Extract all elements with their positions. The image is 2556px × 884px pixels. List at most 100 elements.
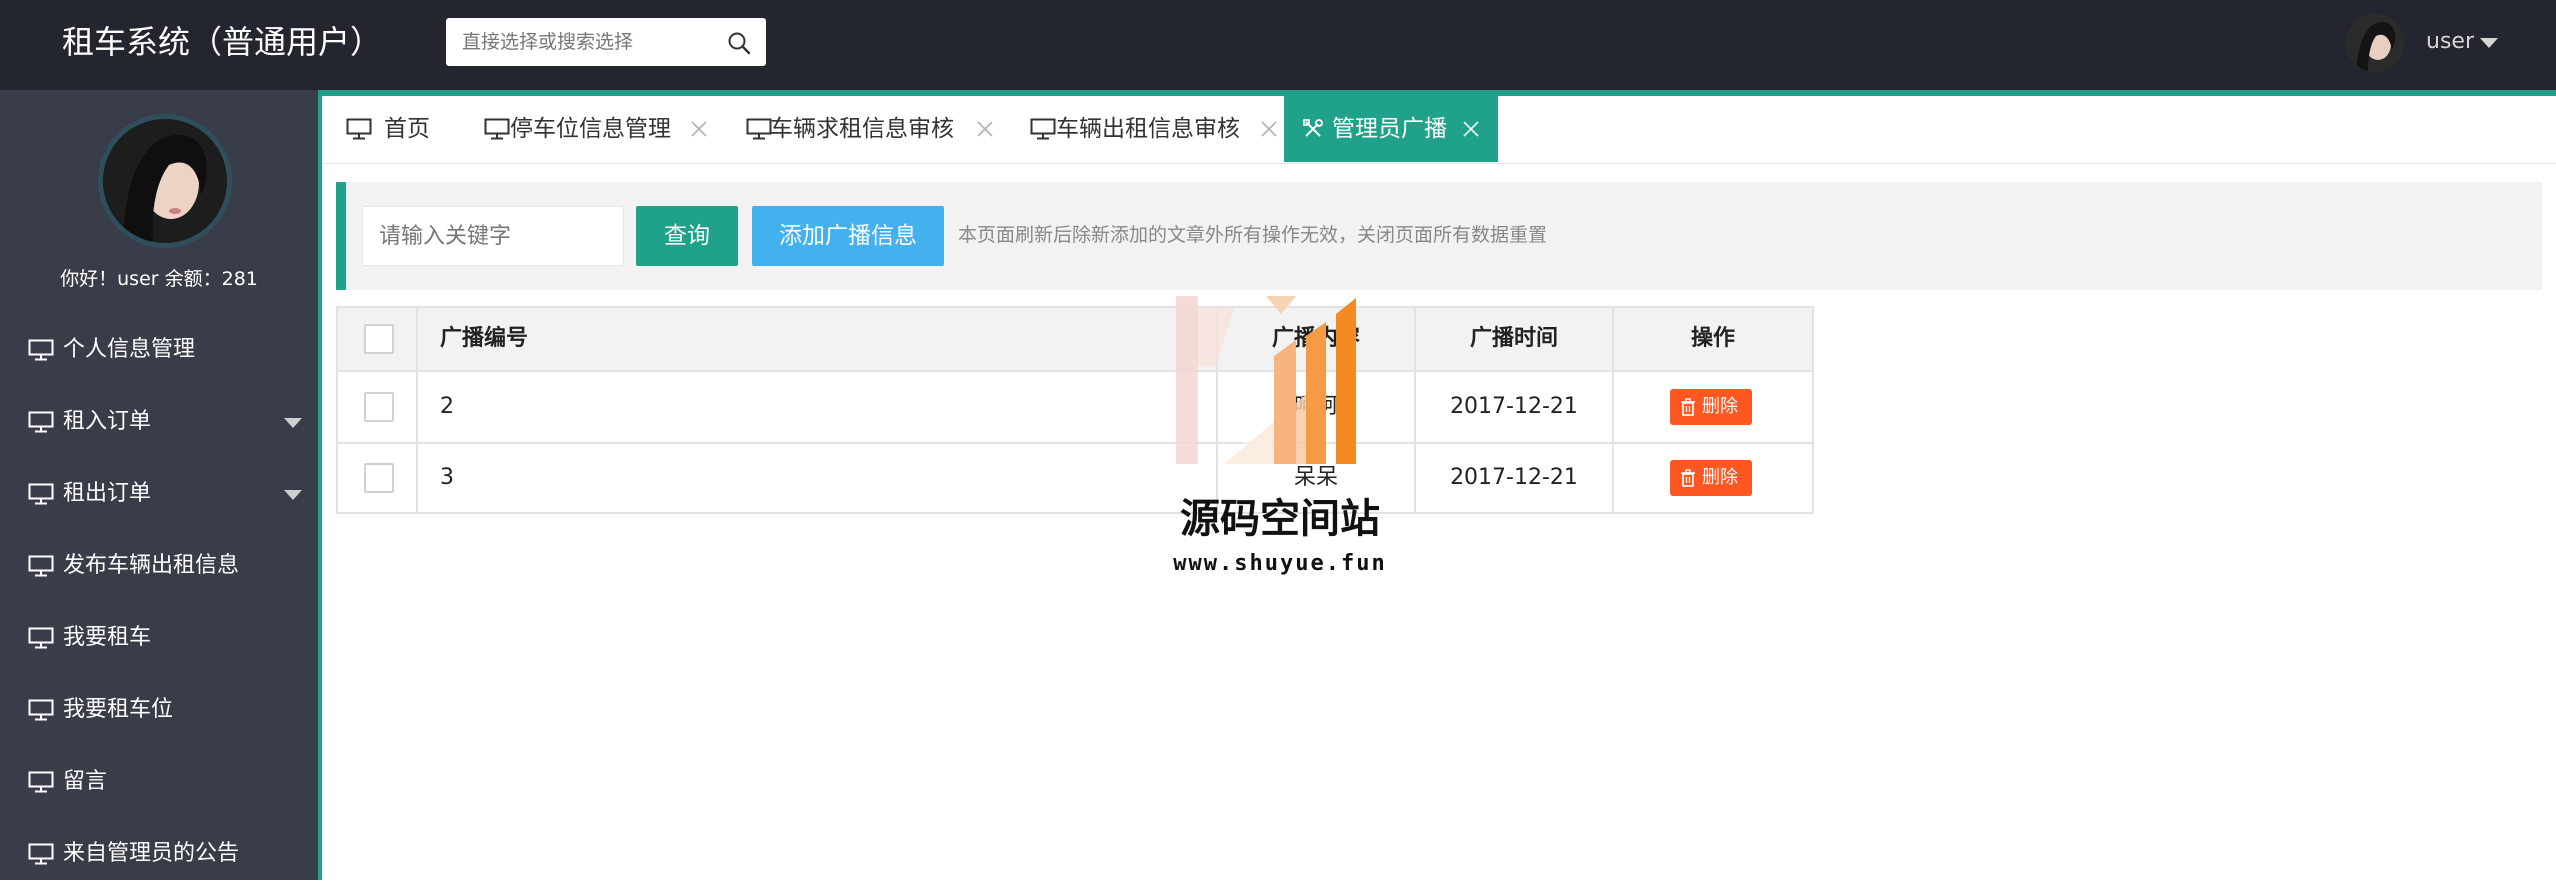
monitor-icon xyxy=(484,118,510,140)
cell-id: 2 xyxy=(418,372,1218,442)
header-label: 广播时间 xyxy=(1469,326,1558,351)
sidebar-item-label: 留言 xyxy=(63,769,108,794)
monitor-icon xyxy=(346,118,372,140)
tab-label: 停车位信息管理 xyxy=(510,116,671,142)
sidebar-item-label: 来自管理员的公告 xyxy=(63,841,240,866)
toolbar-hint: 本页面刷新后除新添加的文章外所有操作无效，关闭页面所有数据重置 xyxy=(958,224,1548,246)
monitor-icon xyxy=(28,699,54,721)
header-label: 广播编号 xyxy=(440,326,529,351)
tools-icon xyxy=(1303,119,1323,137)
app-title: 租车系统（普通用户） xyxy=(62,23,383,61)
delete-button[interactable]: 删除 xyxy=(1670,460,1752,496)
search-toolbar: 请输入关键字 查询 添加广播信息 本页面刷新后除新添加的文章外所有操作无效，关闭… xyxy=(336,182,2542,290)
cell-text: 呵呵 xyxy=(1293,394,1338,419)
tab-label: 车辆求租信息审核 xyxy=(770,116,954,142)
sidebar-item-label: 发布车辆出租信息 xyxy=(63,553,240,578)
delete-label: 删除 xyxy=(1702,467,1738,488)
monitor-icon xyxy=(28,555,54,577)
header-label: 广播内容 xyxy=(1271,326,1360,351)
close-icon[interactable] xyxy=(976,120,994,138)
row-checkbox[interactable] xyxy=(364,392,394,422)
cell-text: 2 xyxy=(440,394,454,419)
search-placeholder: 直接选择或搜索选择 xyxy=(462,31,634,53)
table-header-row: 广播编号 广播内容 广播时间 操作 xyxy=(338,308,1812,370)
sidebar-item-label: 租出订单 xyxy=(63,481,152,506)
user-avatar xyxy=(2346,14,2404,72)
broadcast-table: 广播编号 广播内容 广播时间 操作 2 呵呵 2017-12-21 删除 3 呆… xyxy=(336,306,1814,514)
sidebar-item-label: 我要租车 xyxy=(63,625,152,650)
header-action: 操作 xyxy=(1614,308,1812,370)
monitor-icon xyxy=(28,843,54,865)
header-label: 操作 xyxy=(1690,326,1735,351)
sidebar-item-label: 我要租车位 xyxy=(63,697,174,722)
search-icon xyxy=(728,32,751,55)
sidebar-item-profile[interactable]: 个人信息管理 xyxy=(0,320,318,380)
cell-text: 2017-12-21 xyxy=(1450,394,1578,419)
cell-text: 2017-12-21 xyxy=(1450,465,1578,490)
tab-car-rental-review[interactable]: 车辆出租信息审核 xyxy=(1006,96,1288,162)
profile-avatar xyxy=(98,114,232,248)
user-greeting: 你好！user 余额：281 xyxy=(60,268,258,290)
tab-home[interactable]: 首页 xyxy=(322,96,460,162)
cell-text: 3 xyxy=(440,465,454,490)
tab-label: 管理员广播 xyxy=(1332,116,1447,142)
sidebar-item-rent-car[interactable]: 我要租车 xyxy=(0,608,318,668)
close-icon[interactable] xyxy=(690,120,708,138)
keyword-input[interactable]: 请输入关键字 xyxy=(362,206,624,266)
tab-bar: 首页 停车位信息管理 车辆求租信息审核 车辆出租信息审核 管理员广播 xyxy=(322,96,2556,164)
table-row: 3 呆呆 2017-12-21 删除 xyxy=(338,442,1812,512)
trash-icon xyxy=(1681,469,1695,487)
select-all-checkbox[interactable] xyxy=(364,324,394,354)
sidebar-item-messages[interactable]: 留言 xyxy=(0,752,318,812)
user-name: user xyxy=(2426,29,2474,54)
monitor-icon xyxy=(28,339,54,361)
row-checkbox-cell xyxy=(338,372,418,442)
watermark-url: www.shuyue.fun xyxy=(1173,551,1387,576)
chevron-down-icon xyxy=(2480,38,2498,48)
header-id: 广播编号 xyxy=(418,308,1218,370)
add-broadcast-button[interactable]: 添加广播信息 xyxy=(752,206,944,266)
cell-id: 3 xyxy=(418,444,1218,512)
row-checkbox[interactable] xyxy=(364,463,394,493)
table-row: 2 呵呵 2017-12-21 删除 xyxy=(338,370,1812,442)
sidebar-item-label: 租入订单 xyxy=(63,409,152,434)
row-checkbox-cell xyxy=(338,444,418,512)
sidebar-item-admin-notices[interactable]: 来自管理员的公告 xyxy=(0,824,318,884)
tab-admin-broadcast[interactable]: 管理员广播 xyxy=(1284,96,1498,162)
monitor-icon xyxy=(28,627,54,649)
tab-car-request-review[interactable]: 车辆求租信息审核 xyxy=(722,96,1006,162)
sidebar-item-rent-parking[interactable]: 我要租车位 xyxy=(0,680,318,740)
header-content: 广播内容 xyxy=(1218,308,1416,370)
delete-label: 删除 xyxy=(1702,396,1738,417)
cell-content: 呵呵 xyxy=(1218,372,1416,442)
monitor-icon xyxy=(28,771,54,793)
caret-down-icon xyxy=(284,418,302,428)
cell-content: 呆呆 xyxy=(1218,444,1416,512)
sidebar-item-rent-in-orders[interactable]: 租入订单 xyxy=(0,392,318,452)
sidebar-item-label: 个人信息管理 xyxy=(63,337,196,362)
sidebar: 你好！user 余额：281 个人信息管理 租入订单 租出订单 发布车辆出租信息… xyxy=(0,90,318,880)
header-time: 广播时间 xyxy=(1416,308,1614,370)
sidebar-item-rent-out-orders[interactable]: 租出订单 xyxy=(0,464,318,524)
caret-down-icon xyxy=(284,490,302,500)
top-bar: 租车系统（普通用户） 直接选择或搜索选择 user xyxy=(0,0,2556,90)
cell-action: 删除 xyxy=(1614,444,1812,512)
close-icon[interactable] xyxy=(1260,120,1278,138)
tab-parking-info[interactable]: 停车位信息管理 xyxy=(460,96,722,162)
cell-time: 2017-12-21 xyxy=(1416,444,1614,512)
cell-time: 2017-12-21 xyxy=(1416,372,1614,442)
cell-text: 呆呆 xyxy=(1293,465,1338,490)
search-select[interactable]: 直接选择或搜索选择 xyxy=(446,18,766,66)
monitor-icon xyxy=(28,483,54,505)
keyword-placeholder: 请输入关键字 xyxy=(379,224,512,249)
sidebar-accent-edge xyxy=(318,96,322,880)
monitor-icon xyxy=(28,411,54,433)
close-icon[interactable] xyxy=(1462,120,1480,138)
sidebar-item-publish-rental[interactable]: 发布车辆出租信息 xyxy=(0,536,318,596)
tab-label: 车辆出租信息审核 xyxy=(1056,116,1240,142)
monitor-icon xyxy=(1030,118,1056,140)
trash-icon xyxy=(1681,398,1695,416)
monitor-icon xyxy=(746,118,772,140)
query-button[interactable]: 查询 xyxy=(636,206,738,266)
delete-button[interactable]: 删除 xyxy=(1670,389,1752,425)
